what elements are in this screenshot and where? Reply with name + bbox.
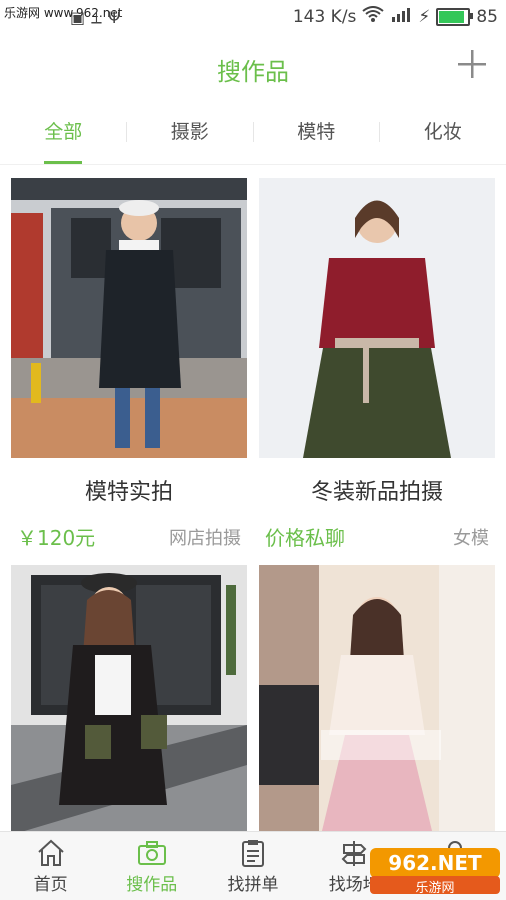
- tab-makeup[interactable]: 化妆: [380, 100, 506, 164]
- tab-divider: [379, 122, 380, 142]
- tab-all[interactable]: 全部: [0, 100, 127, 164]
- tab-model[interactable]: 模特: [253, 100, 380, 164]
- page-title: 搜作品: [217, 58, 289, 86]
- status-bar: 乐游网 www.962.net ▣ ⟂ Ψ 143 K/s ⚡ 85: [0, 0, 506, 34]
- watermark-subtext: 乐游网: [415, 881, 455, 896]
- work-photo[interactable]: [259, 565, 495, 845]
- image-icon: ▣: [70, 8, 86, 27]
- nav-label: 搜作品: [126, 875, 178, 895]
- work-photo[interactable]: [11, 178, 247, 458]
- usb-icon: ⟂: [91, 8, 102, 27]
- tab-divider: [253, 122, 254, 142]
- network-speed: 143 K/s: [292, 6, 357, 27]
- work-title: 模特实拍: [84, 480, 173, 505]
- tab-divider: [126, 122, 127, 142]
- camera-icon: [137, 841, 166, 865]
- home-icon: [37, 839, 64, 866]
- category-tabs: 全部 摄影 模特 化妆: [0, 100, 506, 165]
- status-right: 143 K/s ⚡ 85: [293, 6, 498, 27]
- charging-icon: ⚡: [418, 6, 431, 27]
- clipboard-icon: [242, 840, 264, 867]
- work-photo[interactable]: [259, 178, 495, 458]
- app-header: 搜作品: [0, 34, 506, 101]
- work-title: 冬装新品拍摄: [310, 480, 443, 505]
- work-photo[interactable]: [11, 565, 247, 845]
- wifi-icon: [362, 6, 385, 27]
- notification-icons: ▣ ⟂ Ψ: [70, 8, 120, 28]
- work-tag: 网店拍摄: [169, 528, 241, 549]
- nav-search-works[interactable]: 搜作品: [101, 832, 202, 900]
- usb-symbol-icon: Ψ: [107, 8, 121, 27]
- work-tag: 女模: [453, 528, 489, 549]
- nav-label: 找拼单: [227, 875, 279, 895]
- battery-level: 85: [476, 6, 498, 27]
- watermark-text: 962.NET: [388, 851, 482, 875]
- plus-icon[interactable]: [456, 48, 488, 86]
- site-logo-watermark: 962.NET 乐游网: [370, 846, 500, 896]
- nav-label: 首页: [33, 875, 68, 895]
- signpost-icon: [341, 841, 367, 866]
- work-price: 价格私聊: [265, 526, 345, 550]
- nav-home[interactable]: 首页: [0, 832, 101, 900]
- nav-group-order[interactable]: 找拼单: [202, 832, 303, 900]
- signal-icon: [390, 6, 412, 27]
- battery-icon: [436, 7, 474, 26]
- work-price: ￥120元: [17, 526, 96, 550]
- tab-photography[interactable]: 摄影: [127, 100, 254, 164]
